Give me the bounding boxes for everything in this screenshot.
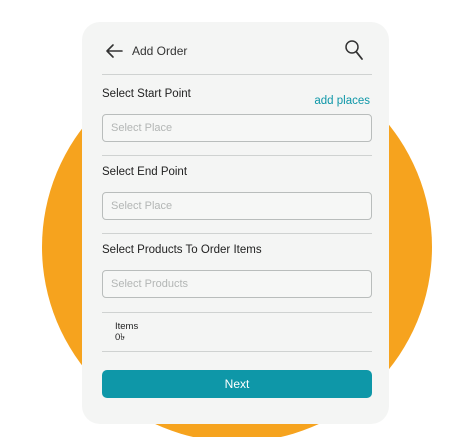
divider xyxy=(102,155,372,156)
start-point-label: Select Start Point xyxy=(102,88,191,100)
next-button[interactable]: Next xyxy=(102,370,372,398)
end-point-label: Select End Point xyxy=(102,166,188,178)
add-places-link[interactable]: add places xyxy=(314,95,370,107)
search-icon[interactable] xyxy=(344,39,364,61)
divider xyxy=(102,233,372,234)
divider xyxy=(102,312,372,313)
items-total-value: 0৳ xyxy=(115,332,126,343)
page-title: Add Order xyxy=(132,44,188,58)
products-label: Select Products To Order Items xyxy=(102,244,262,256)
divider xyxy=(102,351,372,352)
products-input[interactable] xyxy=(102,270,372,298)
end-point-input[interactable] xyxy=(102,192,372,220)
start-point-input[interactable] xyxy=(102,114,372,142)
add-order-card: Add Order Select Start Point add places … xyxy=(82,22,389,424)
screen: Add Order Select Start Point add places … xyxy=(0,0,474,437)
header: Add Order xyxy=(82,22,389,74)
divider xyxy=(102,74,372,75)
arrow-left-icon[interactable] xyxy=(105,43,123,59)
